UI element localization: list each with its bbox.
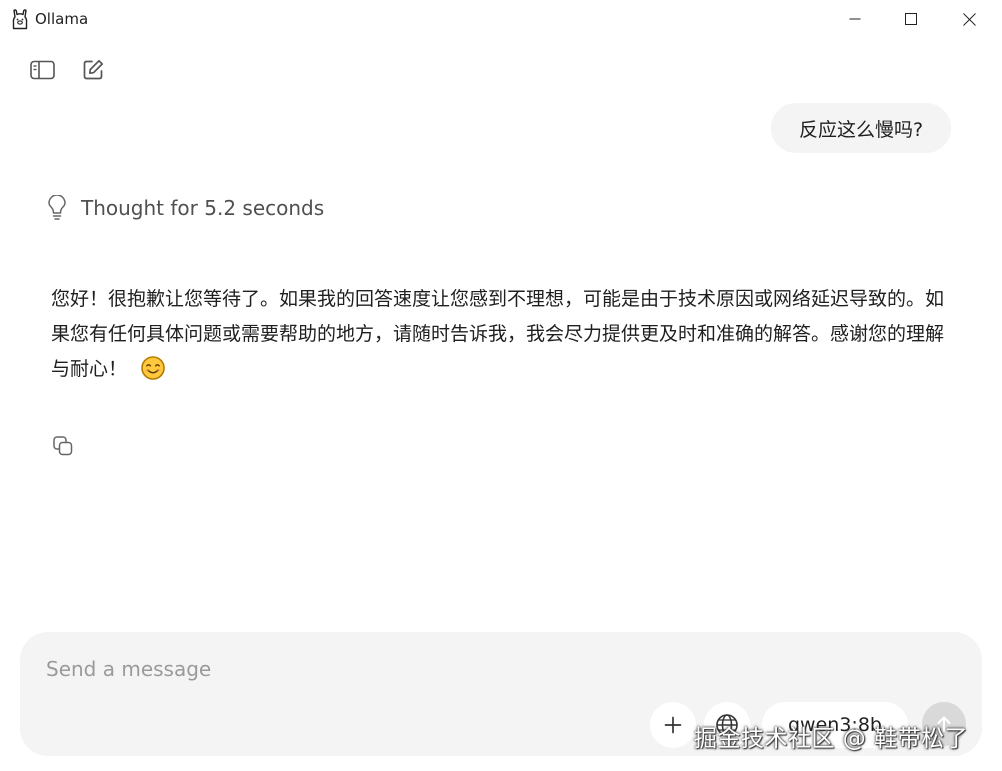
assistant-message: 您好！很抱歉让您等待了。如果我的回答速度让您感到不理想，可能是由于技术原因或网络… (51, 282, 956, 392)
assistant-message-text: 您好！很抱歉让您等待了。如果我的回答速度让您感到不理想，可能是由于技术原因或网络… (51, 288, 945, 380)
maximize-button[interactable] (888, 4, 934, 34)
smiling-face-emoji (141, 356, 165, 392)
thought-label: Thought for 5.2 seconds (81, 196, 325, 220)
close-button[interactable] (946, 4, 992, 34)
maximize-icon (905, 13, 917, 25)
ollama-window: Ollama 反应这么慢吗? Thought for 5.2 seconds 您… (0, 0, 1002, 771)
plus-icon (664, 716, 682, 734)
sidebar-toggle-icon (30, 60, 55, 80)
new-chat-icon (83, 59, 104, 80)
close-icon (962, 12, 976, 26)
title-bar: Ollama (0, 0, 1002, 38)
ollama-llama-icon (10, 8, 30, 30)
watermark: 掘金技术社区 @ 鞋带松了 (694, 726, 969, 752)
lightbulb-icon (48, 195, 66, 220)
window-title: Ollama (35, 10, 89, 28)
minimize-button[interactable] (832, 4, 878, 34)
new-chat-button[interactable] (78, 56, 108, 84)
minimize-icon (849, 18, 861, 20)
copy-button[interactable] (50, 433, 76, 459)
sidebar-toggle-button[interactable] (28, 56, 58, 84)
message-input[interactable] (46, 654, 906, 684)
thought-toggle[interactable]: Thought for 5.2 seconds (47, 193, 324, 223)
user-message-bubble: 反应这么慢吗? (771, 103, 951, 153)
copy-icon (53, 436, 73, 456)
attach-button[interactable] (650, 702, 696, 748)
